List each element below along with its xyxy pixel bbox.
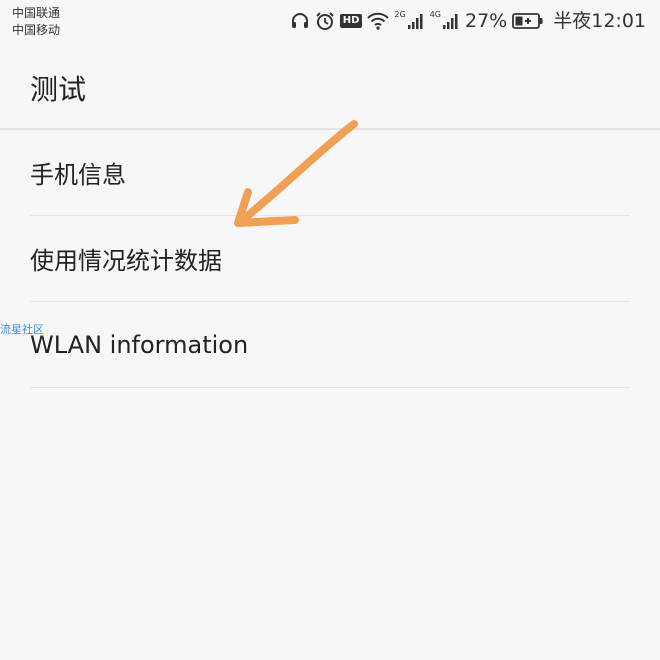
- wifi-icon: [367, 12, 390, 30]
- battery-charging-icon: [512, 12, 544, 30]
- alarm-clock-icon: [315, 11, 335, 31]
- carrier-info: 中国联通 中国移动: [12, 5, 60, 39]
- headset-icon: [290, 11, 310, 31]
- signal-4g-icon: [442, 12, 460, 30]
- watermark: 流星社区: [0, 323, 44, 336]
- phone-screen: 中国联通 中国移动 HD 2G 4G 27% 半夜12:01 测试 手机信息 使…: [0, 0, 660, 660]
- status-bar: 中国联通 中国移动 HD 2G 4G 27% 半夜12:01: [0, 0, 660, 44]
- menu-item-phone-info[interactable]: 手机信息: [30, 130, 630, 216]
- network-2g-label: 2G: [394, 10, 406, 19]
- title-bar: 测试: [0, 44, 660, 130]
- signal-2g-icon: [407, 12, 425, 30]
- page-title: 测试: [30, 73, 87, 106]
- network-4g-label: 4G: [429, 10, 441, 19]
- menu-item-wlan-information[interactable]: WLAN information: [30, 302, 630, 388]
- carrier-2-label: 中国移动: [12, 23, 61, 37]
- carrier-1-label: 中国联通: [12, 6, 61, 20]
- hd-call-badge: HD: [339, 14, 363, 28]
- clock: 半夜12:01: [553, 10, 646, 32]
- menu-item-usage-statistics[interactable]: 使用情况统计数据: [30, 216, 630, 302]
- battery-percent: 27%: [465, 10, 508, 32]
- menu-list: 手机信息 使用情况统计数据 WLAN information: [30, 130, 630, 388]
- status-icons: HD 2G 4G 27% 半夜12:01: [290, 8, 646, 34]
